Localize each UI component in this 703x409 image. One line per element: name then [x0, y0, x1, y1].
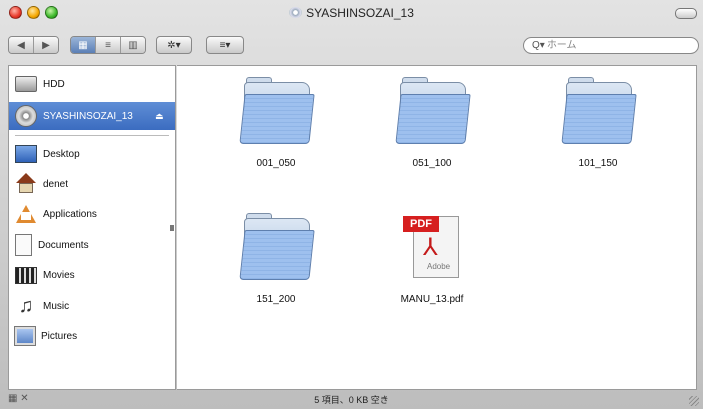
sidebar-item-music[interactable]: ♫ Music [9, 292, 175, 320]
search-placeholder: ホーム [546, 40, 577, 51]
column-view-button[interactable]: ▥ [121, 37, 145, 53]
sidebar-item-movies[interactable]: Movies [9, 261, 175, 289]
eject-icon[interactable]: ⏏ [155, 111, 164, 122]
toolbar-toggle-button[interactable] [675, 8, 697, 19]
sidebar-item-desktop[interactable]: Desktop [9, 140, 175, 168]
file-name: 051_100 [412, 158, 452, 169]
adobe-brand: Adobe [427, 262, 451, 271]
applications-icon [15, 203, 37, 225]
hard-drive-icon [15, 76, 37, 92]
movies-icon [15, 266, 37, 284]
sidebar-divider [15, 135, 169, 136]
search-field[interactable]: Q▾ ホーム [523, 37, 699, 54]
folder-icon [239, 213, 315, 280]
folder-icon [561, 77, 637, 144]
resize-grip-icon[interactable] [689, 396, 699, 406]
finder-window: SYASHINSOZAI_13 ◀ ▶ ▦ ≡ ▥ ✲▾ ≡▾ Q▾ ホーム HD… [0, 0, 703, 409]
window-title: SYASHINSOZAI_13 [0, 6, 703, 20]
sidebar-item-syashinsozai[interactable]: SYASHINSOZAI_13 ⏏ [9, 102, 175, 130]
back-button[interactable]: ◀ [9, 37, 34, 53]
sidebar-item-denet[interactable]: denet [9, 170, 175, 198]
toolbar: ◀ ▶ ▦ ≡ ▥ ✲▾ ≡▾ Q▾ ホーム [0, 28, 703, 62]
sidebar-item-documents[interactable]: Documents [9, 231, 175, 259]
icon-view-button[interactable]: ▦ [71, 37, 96, 53]
nav-buttons: ◀ ▶ [8, 36, 59, 54]
file-browser-pane: 001_050 051_100 101_150 151_200 PDF ⅄ Ad… [177, 65, 697, 390]
arrange-button[interactable]: ≡▾ [206, 36, 244, 54]
status-text: 5 項目、0 KB 空き [314, 395, 389, 405]
sidebar-item-hdd[interactable]: HDD [9, 70, 175, 98]
pdf-file-item[interactable]: PDF ⅄ Adobe MANU_13.pdf [377, 212, 487, 322]
pdf-file-icon: PDF ⅄ Adobe [403, 212, 461, 282]
pictures-icon [14, 326, 36, 346]
folder-item[interactable]: 151_200 [221, 213, 331, 326]
home-icon [15, 173, 37, 195]
sidebar: HDD SYASHINSOZAI_13 ⏏ Desktop denet Appl… [8, 65, 176, 390]
documents-icon [15, 234, 32, 256]
forward-button[interactable]: ▶ [34, 37, 58, 53]
search-icon: Q▾ [532, 40, 545, 51]
sidebar-item-pictures[interactable]: Pictures [9, 322, 175, 350]
folder-item[interactable]: 001_050 [221, 77, 331, 190]
cd-disc-icon [15, 105, 37, 127]
title-bar[interactable]: SYASHINSOZAI_13 [0, 0, 703, 28]
folder-icon [395, 77, 471, 144]
music-icon: ♫ [18, 295, 34, 317]
folder-icon [239, 77, 315, 144]
pdf-badge: PDF [403, 216, 439, 232]
folder-item[interactable]: 051_100 [377, 77, 487, 190]
file-name: 001_050 [256, 158, 296, 169]
action-button[interactable]: ✲▾ [156, 36, 192, 54]
cd-disc-icon [289, 7, 303, 18]
file-name: 101_150 [578, 158, 618, 169]
folder-item[interactable]: 101_150 [543, 77, 653, 190]
view-mode-buttons: ▦ ≡ ▥ [70, 36, 146, 54]
sidebar-resize-handle[interactable] [170, 225, 174, 231]
file-name: 151_200 [256, 294, 296, 305]
acrobat-logo-icon: ⅄ [423, 234, 438, 261]
sidebar-item-applications[interactable]: Applications [9, 200, 175, 228]
list-view-button[interactable]: ≡ [96, 37, 121, 53]
file-name: MANU_13.pdf [400, 294, 464, 305]
status-bar: ▦ ✕ 5 項目、0 KB 空き [0, 390, 703, 409]
desktop-icon [15, 145, 37, 163]
